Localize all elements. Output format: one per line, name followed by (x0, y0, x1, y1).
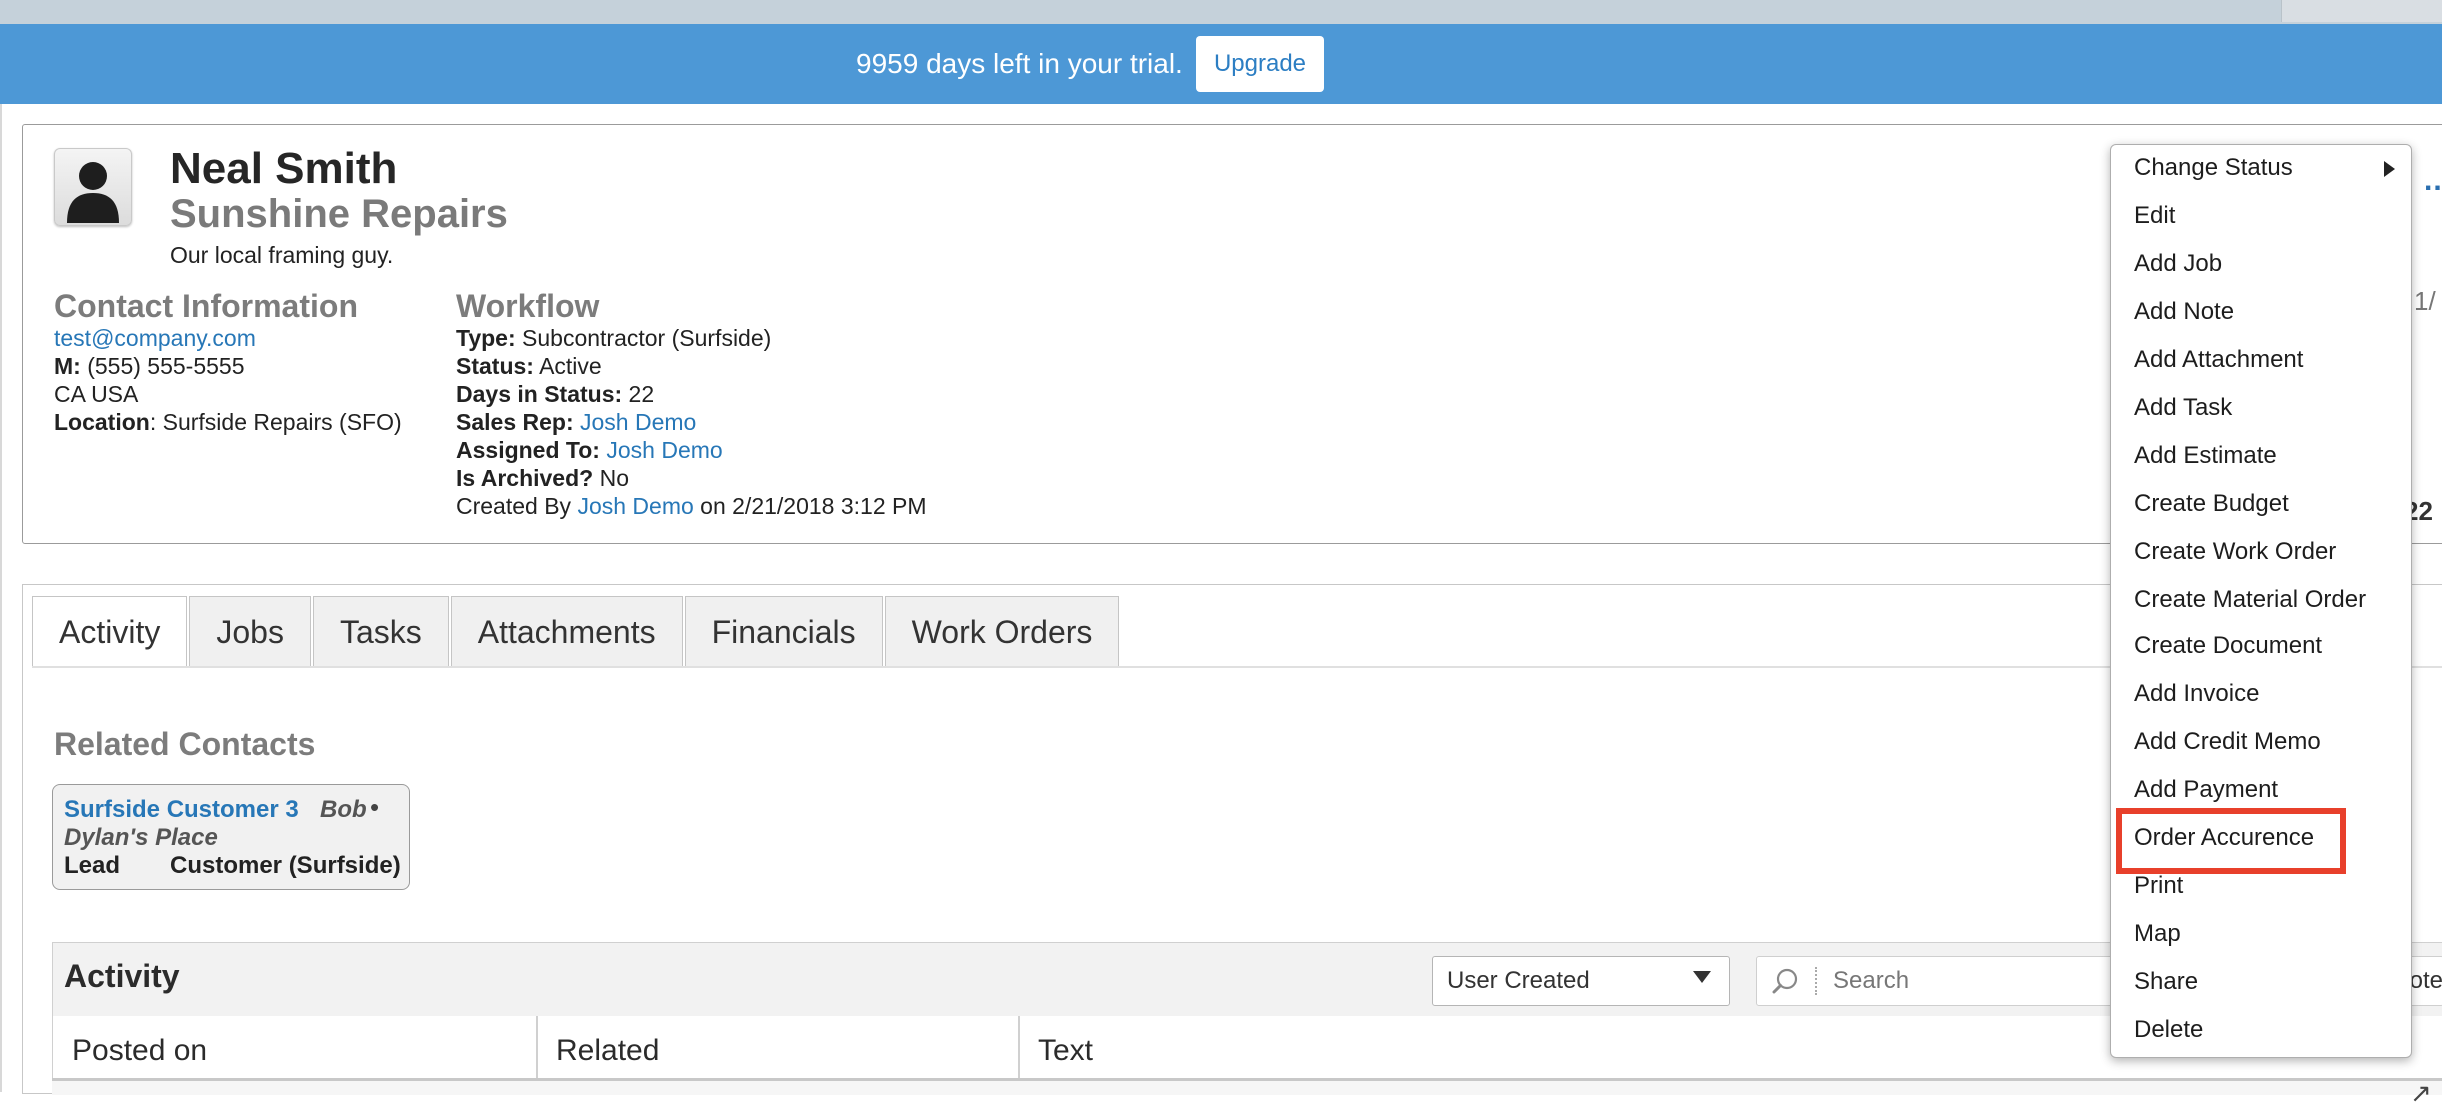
tab-financials[interactable]: Financials (684, 596, 883, 667)
column-divider (1018, 1016, 1020, 1078)
search-separator (1815, 967, 1817, 995)
menu-item-add-note[interactable]: Add Note (2134, 298, 2234, 326)
menu-item-delete[interactable]: Delete (2134, 1016, 2203, 1044)
menu-item-add-credit-memo[interactable]: Add Credit Memo (2134, 728, 2321, 756)
created-suffix: on 2/21/2018 3:12 PM (693, 493, 927, 519)
region-line: CA USA (54, 381, 139, 407)
highlight-box (2116, 808, 2346, 874)
related-contact-type: Customer (Surfside) (170, 852, 401, 879)
menu-item-add-estimate[interactable]: Add Estimate (2134, 442, 2277, 470)
email-link[interactable]: test@company.com (54, 325, 256, 351)
type-label: Type: (456, 325, 516, 351)
top-strip (0, 0, 2442, 24)
status-label: Status: (456, 353, 534, 379)
activity-table-header (52, 1016, 2442, 1079)
menu-item-add-attachment[interactable]: Add Attachment (2134, 346, 2303, 374)
submenu-arrow-icon (2384, 161, 2395, 177)
menu-item-add-invoice[interactable]: Add Invoice (2134, 680, 2259, 708)
table-body-start (52, 1078, 2442, 1095)
tab-tasks[interactable]: Tasks (312, 596, 449, 667)
sales-rep-line: Sales Rep: Josh Demo (456, 408, 696, 436)
days-label: Days in Status: (456, 381, 623, 407)
add-note-partial[interactable]: ote (2410, 967, 2442, 995)
related-contacts-title: Related Contacts (54, 726, 316, 762)
mobile-label: M: (54, 353, 81, 379)
filter-value: User Created (1447, 967, 1590, 994)
upgrade-button[interactable]: Upgrade (1196, 36, 1324, 92)
tab-work-orders[interactable]: Work Orders (884, 596, 1120, 667)
contact-name: Neal Smith (170, 144, 398, 193)
avatar (54, 148, 132, 226)
menu-item-print[interactable]: Print (2134, 872, 2183, 900)
menu-item-add-job[interactable]: Add Job (2134, 250, 2222, 278)
related-contact-place: Dylan's Place (64, 824, 218, 851)
archived-value: No (593, 465, 629, 491)
column-divider (536, 1016, 538, 1078)
location-label: Location (54, 409, 150, 435)
column-text[interactable]: Text (1038, 1034, 1093, 1068)
mobile-line: M: (555) 555-5555 (54, 352, 245, 380)
status-value: Active (533, 353, 602, 379)
tab-jobs[interactable]: Jobs (189, 596, 311, 667)
search-icon (1772, 968, 1798, 994)
assigned-label: Assigned To: (456, 437, 600, 463)
trial-message: 9959 days left in your trial. (856, 48, 1183, 79)
peek-date: 1/ (2414, 286, 2436, 316)
tab-activity[interactable]: Activity (32, 596, 188, 667)
contact-info-title: Contact Information (54, 288, 358, 324)
menu-item-create-work-order[interactable]: Create Work Order (2134, 538, 2336, 566)
menu-item-add-payment[interactable]: Add Payment (2134, 776, 2278, 804)
menu-item-share[interactable]: Share (2134, 968, 2198, 996)
related-contact-assignee: Bob (320, 796, 367, 823)
page-edge (0, 104, 2, 1092)
company-name: Sunshine Repairs (170, 192, 508, 236)
menu-item-create-material-order[interactable]: Create Material Order (2134, 586, 2366, 614)
location-value: : Surfside Repairs (SFO) (149, 409, 402, 435)
assigned-line: Assigned To: Josh Demo (456, 436, 723, 464)
more-actions-icon[interactable]: .. (2424, 164, 2442, 198)
mobile-value: (555) 555-5555 (80, 353, 245, 379)
sales-rep-label: Sales Rep: (456, 409, 574, 435)
activity-title: Activity (64, 958, 180, 994)
contact-tagline: Our local framing guy. (170, 242, 394, 268)
activity-filter-select[interactable]: User Created (1432, 956, 1730, 1006)
column-posted-on[interactable]: Posted on (72, 1034, 207, 1068)
person-icon (67, 162, 119, 223)
menu-item-map[interactable]: Map (2134, 920, 2181, 948)
tab-attachments[interactable]: Attachments (450, 596, 683, 667)
archived-label: Is Archived? (456, 465, 594, 491)
archived-line: Is Archived? No (456, 464, 629, 492)
days-value: 22 (622, 381, 655, 407)
window-tab (2281, 0, 2442, 22)
menu-item-create-budget[interactable]: Create Budget (2134, 490, 2289, 518)
menu-item-add-task[interactable]: Add Task (2134, 394, 2232, 422)
tab-divider (32, 666, 2442, 668)
sales-rep-link[interactable]: Josh Demo (580, 409, 696, 435)
scroll-arrow-icon[interactable]: ↗ (2410, 1078, 2432, 1109)
menu-item-create-document[interactable]: Create Document (2134, 632, 2322, 660)
email-line: test@company.com (54, 324, 256, 352)
type-value: Subcontractor (Surfside) (515, 325, 772, 351)
related-contact-name[interactable]: Surfside Customer 3 (64, 796, 299, 824)
related-contact-status: Lead (64, 852, 121, 879)
workflow-title: Workflow (456, 288, 600, 324)
days-line: Days in Status: 22 (456, 380, 654, 408)
created-line: Created By Josh Demo on 2/21/2018 3:12 P… (456, 492, 927, 520)
location-line: Location: Surfside Repairs (SFO) (54, 408, 402, 436)
related-contact-dot: • (370, 792, 380, 822)
chevron-down-icon (1693, 971, 1711, 983)
tab-bar: Activity Jobs Tasks Attachments Financia… (32, 596, 1121, 668)
type-line: Type: Subcontractor (Surfside) (456, 324, 771, 352)
assigned-link[interactable]: Josh Demo (606, 437, 722, 463)
search-input[interactable] (1831, 963, 2115, 999)
menu-item-edit[interactable]: Edit (2134, 202, 2175, 230)
created-by-link[interactable]: Josh Demo (577, 493, 693, 519)
menu-item-change-status[interactable]: Change Status (2134, 154, 2293, 182)
created-prefix: Created By (456, 493, 578, 519)
status-line: Status: Active (456, 352, 602, 380)
trial-banner: 9959 days left in your trial. Upgrade (0, 24, 2442, 104)
column-related[interactable]: Related (556, 1034, 659, 1068)
